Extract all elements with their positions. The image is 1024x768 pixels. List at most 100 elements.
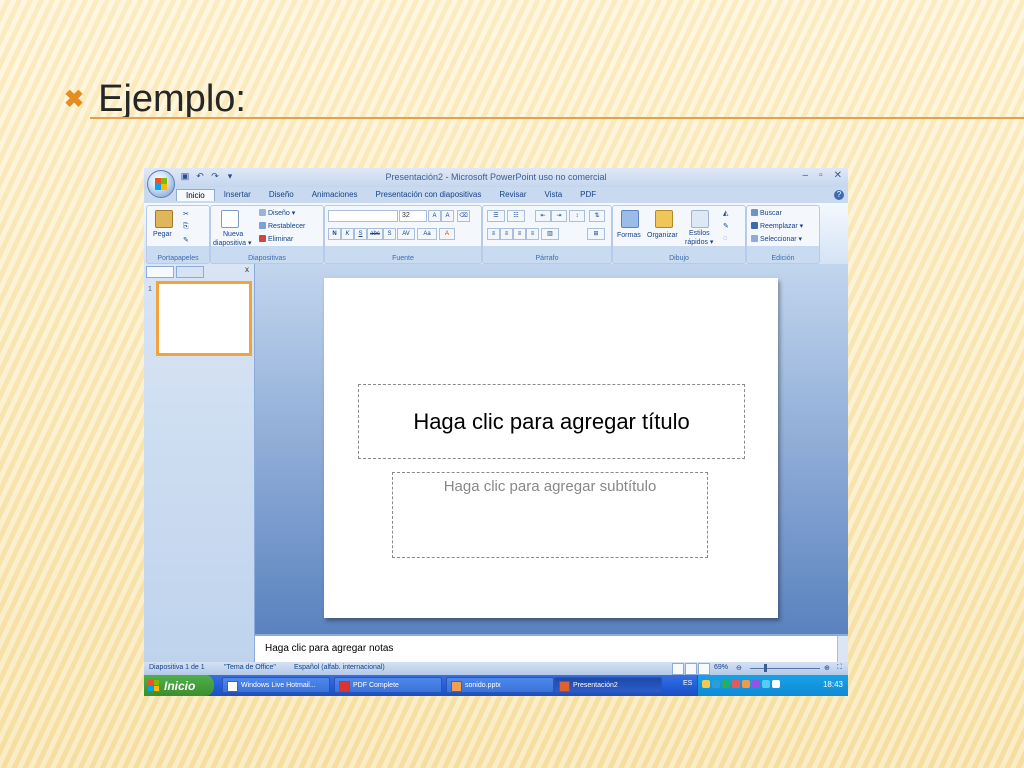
tray-icon-2[interactable]	[712, 680, 720, 688]
paste-icon[interactable]	[155, 210, 173, 228]
slides-tab[interactable]	[146, 266, 174, 278]
text-direction-button[interactable]: ⇅	[589, 210, 605, 222]
close-button[interactable]: ✕	[834, 170, 842, 181]
delete-slide-button[interactable]: Eliminar	[259, 235, 293, 243]
zoom-slider[interactable]	[750, 668, 820, 669]
reset-button[interactable]: Restablecer	[259, 222, 305, 230]
copy-icon[interactable]: ⎘	[183, 223, 189, 231]
tray-icon-6[interactable]	[752, 680, 760, 688]
notes-placeholder[interactable]: Haga clic para agregar notas	[265, 643, 393, 654]
help-icon[interactable]: ?	[834, 190, 844, 200]
status-theme[interactable]: "Tema de Office"	[224, 664, 276, 671]
columns-button[interactable]: ▥	[541, 228, 559, 240]
new-slide-label-1[interactable]: Nueva	[223, 231, 243, 238]
justify-button[interactable]: ≡	[526, 228, 539, 240]
fit-window-icon[interactable]: ⛶	[837, 664, 842, 672]
panel-close-icon[interactable]: x	[245, 265, 249, 274]
quick-styles-label-1[interactable]: Estilos	[689, 230, 710, 237]
cut-icon[interactable]: ✂	[183, 210, 189, 218]
format-painter-icon[interactable]: ✎	[183, 236, 189, 244]
shape-effects-icon[interactable]: ◌	[723, 235, 727, 242]
change-case-button[interactable]: Aa	[417, 228, 437, 240]
slide-thumbnail[interactable]	[156, 281, 252, 356]
outline-tab[interactable]	[176, 266, 204, 278]
replace-button[interactable]: Reemplazar ▾	[751, 222, 803, 230]
font-size-field[interactable]: 32	[399, 210, 427, 222]
tab-presentacion[interactable]: Presentación con diapositivas	[367, 189, 491, 201]
new-slide-icon[interactable]	[221, 210, 239, 228]
start-button[interactable]: Inicio	[144, 675, 214, 696]
find-button[interactable]: Buscar	[751, 209, 782, 217]
spacing-button[interactable]: AV	[397, 228, 415, 240]
layout-button[interactable]: Diseño ▾	[259, 209, 295, 217]
slide-canvas[interactable]: Haga clic para agregar título Haga clic …	[324, 278, 778, 618]
arrange-icon[interactable]	[655, 210, 673, 228]
tab-revisar[interactable]: Revisar	[490, 189, 535, 201]
tray-icon-8[interactable]	[772, 680, 780, 688]
strikethrough-button[interactable]: abc	[367, 228, 383, 240]
taskbar-item-presentacion[interactable]: Presentación2	[554, 677, 662, 693]
clear-format-button[interactable]: ⌫	[457, 210, 470, 222]
taskbar-item-sonido[interactable]: sonido.pptx	[446, 677, 554, 693]
tray-icon-1[interactable]	[702, 680, 710, 688]
numbering-button[interactable]: ☷	[507, 210, 525, 222]
shape-fill-icon[interactable]: ◭	[723, 209, 728, 217]
quick-styles-icon[interactable]	[691, 210, 709, 228]
sorter-view-button[interactable]	[685, 663, 697, 675]
shape-outline-icon[interactable]: ✎	[723, 222, 729, 230]
office-button[interactable]	[147, 170, 175, 198]
new-slide-label-2[interactable]: diapositiva ▾	[213, 239, 252, 247]
select-button[interactable]: Seleccionar ▾	[751, 235, 802, 243]
restore-button[interactable]: ▫	[819, 170, 823, 181]
arrange-button[interactable]: Organizar	[647, 232, 678, 239]
italic-button[interactable]: K	[341, 228, 354, 240]
powerpoint-icon	[559, 681, 570, 692]
bold-button[interactable]: N	[328, 228, 341, 240]
font-name-field[interactable]	[328, 210, 398, 222]
zoom-slider-thumb[interactable]	[764, 664, 767, 672]
shapes-icon[interactable]	[621, 210, 639, 228]
tray-icon-4[interactable]	[732, 680, 740, 688]
tab-diseno[interactable]: Diseño	[260, 189, 303, 201]
increase-indent-button[interactable]: ⇥	[551, 210, 567, 222]
align-center-button[interactable]: ≡	[500, 228, 513, 240]
tab-inicio[interactable]: Inicio	[176, 189, 215, 201]
taskbar-item-hotmail[interactable]: Windows Live Hotmail...	[222, 677, 330, 693]
shadow-button[interactable]: S	[383, 228, 396, 240]
minimize-button[interactable]: –	[803, 170, 809, 181]
shapes-button[interactable]: Formas	[617, 232, 641, 239]
taskbar-item-pdf[interactable]: PDF Complete	[334, 677, 442, 693]
notes-scrollbar[interactable]	[837, 636, 848, 662]
slideshow-view-button[interactable]	[698, 663, 710, 675]
bullets-button[interactable]: ☰	[487, 210, 505, 222]
notes-pane[interactable]: Haga clic para agregar notas	[255, 634, 848, 662]
align-left-button[interactable]: ≡	[487, 228, 500, 240]
underline-button[interactable]: S	[354, 228, 367, 240]
grow-font-button[interactable]: A	[428, 210, 441, 222]
decrease-indent-button[interactable]: ⇤	[535, 210, 551, 222]
paste-button[interactable]: Pegar	[153, 231, 172, 238]
zoom-in-icon[interactable]: ⊕	[824, 664, 830, 672]
tab-insertar[interactable]: Insertar	[215, 189, 260, 201]
tray-icon-5[interactable]	[742, 680, 750, 688]
normal-view-button[interactable]	[672, 663, 684, 675]
language-indicator[interactable]: ES	[683, 680, 692, 687]
tab-animaciones[interactable]: Animaciones	[303, 189, 367, 201]
align-right-button[interactable]: ≡	[513, 228, 526, 240]
group-label-diapositivas: Diapositivas	[248, 255, 286, 262]
smartart-button[interactable]: ⊞	[587, 228, 605, 240]
zoom-level[interactable]: 69%	[714, 664, 728, 671]
tray-icon-3[interactable]	[722, 680, 730, 688]
subtitle-placeholder[interactable]: Haga clic para agregar subtítulo	[392, 472, 708, 558]
line-spacing-button[interactable]: ↕	[569, 210, 585, 222]
tab-vista[interactable]: Vista	[536, 189, 572, 201]
tray-icon-7[interactable]	[762, 680, 770, 688]
font-color-button[interactable]: A	[439, 228, 455, 240]
title-placeholder[interactable]: Haga clic para agregar título	[358, 384, 745, 459]
status-language[interactable]: Español (alfab. internacional)	[294, 664, 385, 671]
zoom-out-icon[interactable]: ⊖	[736, 664, 742, 672]
quick-styles-label-2[interactable]: rápidos ▾	[685, 238, 713, 246]
tab-pdf[interactable]: PDF	[571, 189, 605, 201]
shrink-font-button[interactable]: A	[441, 210, 454, 222]
ribbon-tabs-row: Inicio Insertar Diseño Animaciones Prese…	[144, 187, 848, 203]
